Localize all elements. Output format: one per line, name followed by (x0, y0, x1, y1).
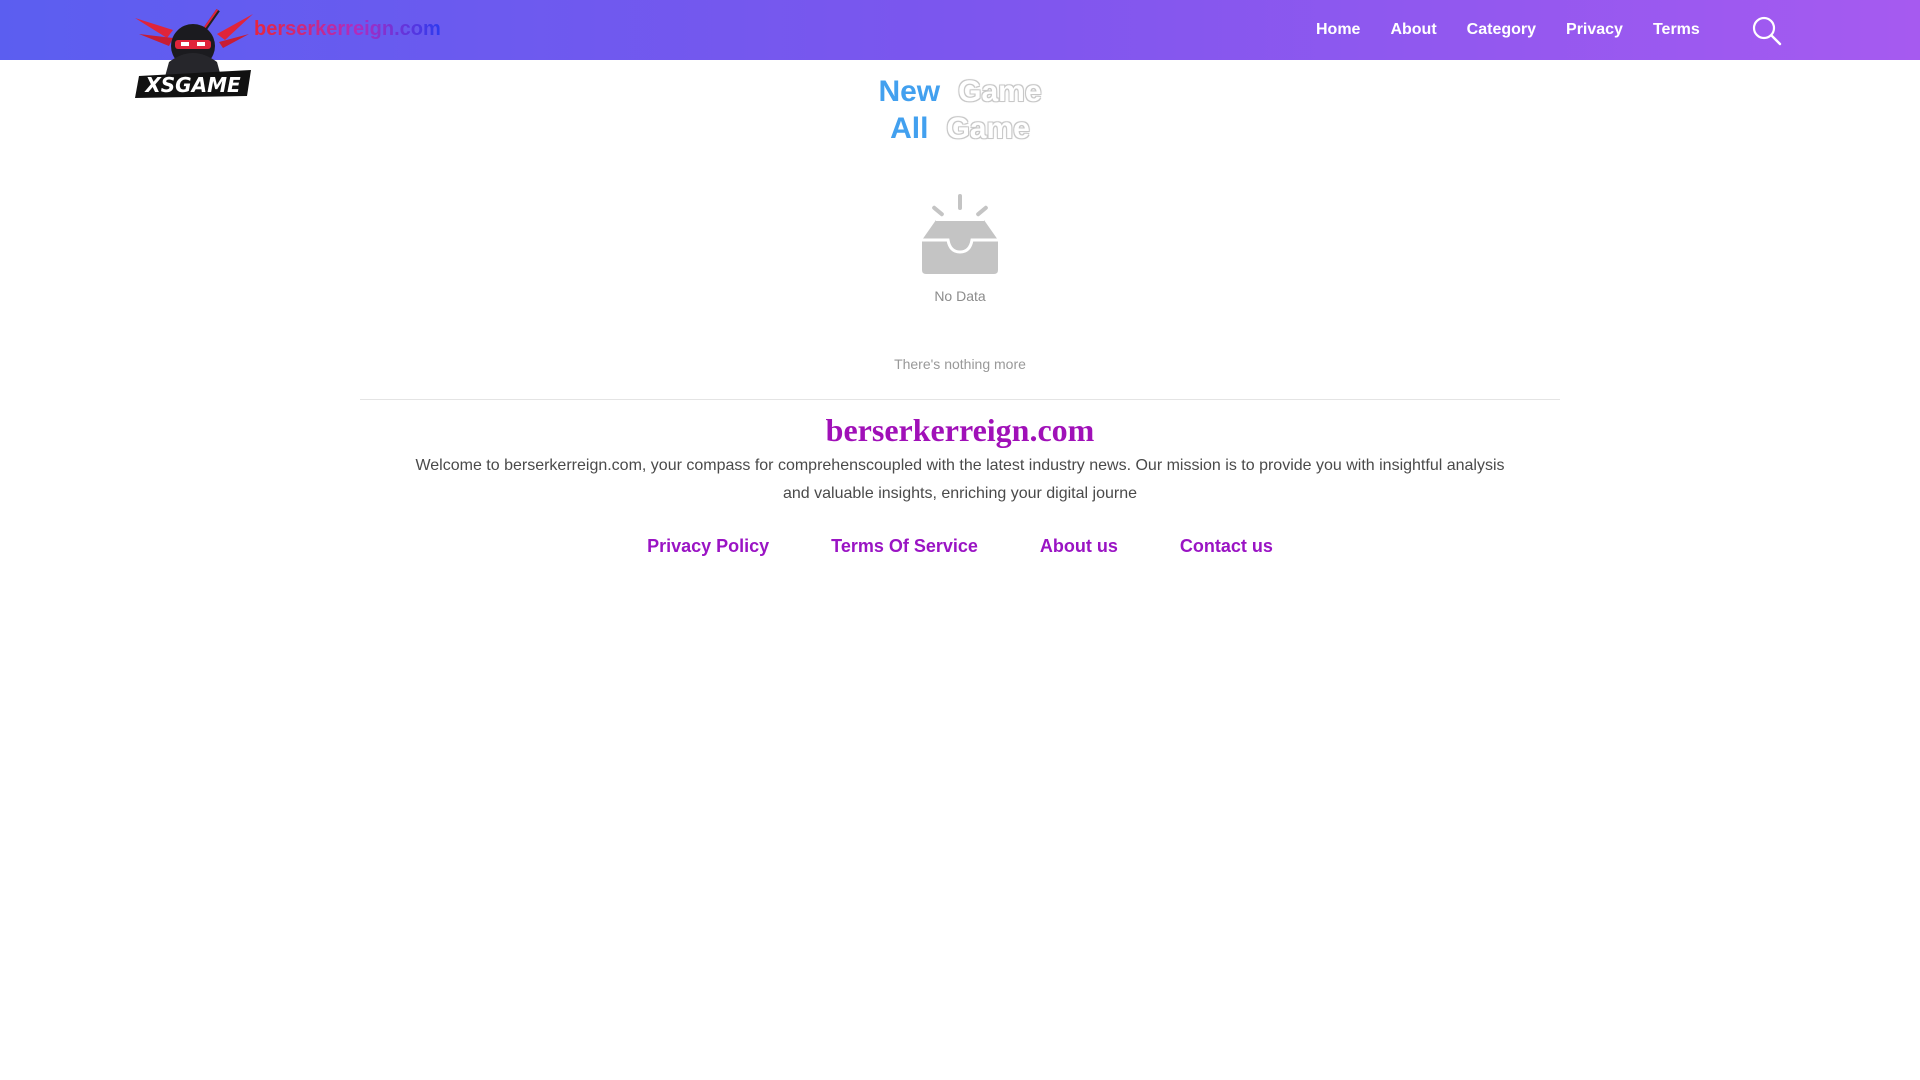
nav-privacy[interactable]: Privacy (1566, 21, 1623, 39)
footer-links: Privacy Policy Terms Of Service About us… (0, 536, 1920, 557)
site-logo[interactable]: XSGAME (133, 4, 255, 98)
nothing-more-label: There's nothing more (894, 356, 1026, 372)
search-button[interactable] (1751, 15, 1783, 47)
new-games-heading: New Game (0, 75, 1920, 109)
nav-category[interactable]: Category (1467, 21, 1536, 39)
nav-about[interactable]: About (1390, 21, 1436, 39)
main-nav: Home About Category Privacy Terms (1316, 0, 1730, 60)
footer-link-about-us[interactable]: About us (1040, 536, 1118, 557)
empty-inbox-icon (922, 194, 998, 274)
footer-description: Welcome to berserkerreign.com, your comp… (415, 457, 1505, 502)
no-data-label: No Data (934, 288, 986, 304)
footer-divider (360, 399, 1560, 400)
all-games-heading-accent: All (890, 112, 929, 145)
empty-state: No Data (0, 192, 1920, 304)
footer-link-terms-of-service[interactable]: Terms Of Service (831, 536, 978, 557)
footer-brand: berserkerreign.com (825, 412, 1095, 448)
footer-link-privacy-policy[interactable]: Privacy Policy (647, 536, 769, 557)
site-brand-link[interactable]: berserkerreign.com (254, 18, 441, 41)
nav-terms[interactable]: Terms (1653, 21, 1700, 39)
search-icon (1752, 16, 1782, 46)
new-games-heading-rest: Game (958, 75, 1042, 108)
logo-wordmark: XSGAME (143, 73, 241, 97)
all-games-heading: All Game (0, 112, 1920, 146)
all-games-heading-rest: Game (946, 112, 1030, 145)
footer-link-contact-us[interactable]: Contact us (1180, 536, 1273, 557)
new-games-heading-accent: New (878, 75, 941, 108)
ninja-logo-icon: XSGAME (135, 9, 253, 98)
nav-home[interactable]: Home (1316, 21, 1360, 39)
